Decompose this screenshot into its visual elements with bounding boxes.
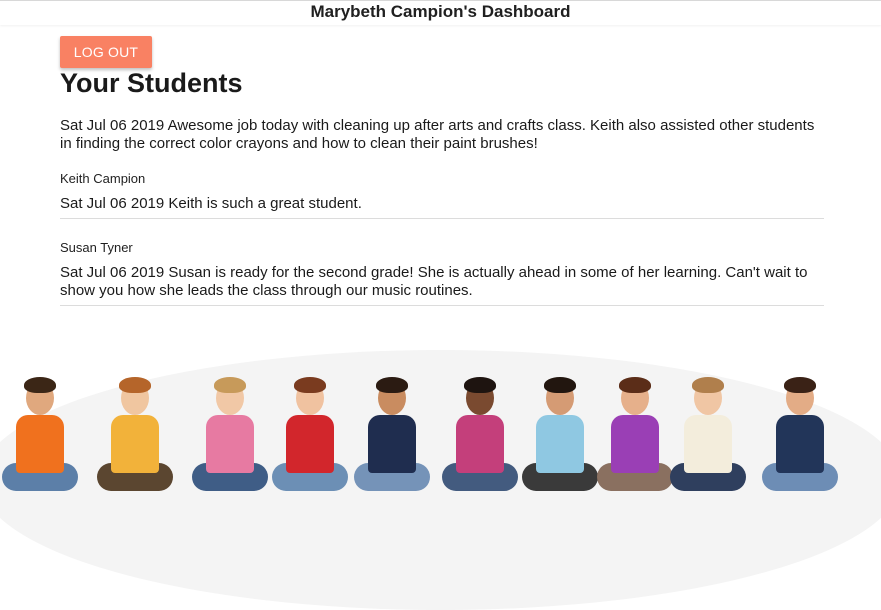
child-torso — [776, 415, 824, 473]
child-torso — [206, 415, 254, 473]
child-hair — [214, 377, 246, 393]
top-bar: Marybeth Campion's Dashboard — [0, 0, 881, 25]
child-hair — [619, 377, 651, 393]
child-hair — [294, 377, 326, 393]
page-title: Your Students — [60, 68, 243, 98]
child-torso — [286, 415, 334, 473]
child-torso — [368, 415, 416, 473]
dashboard-title: Marybeth Campion's Dashboard — [310, 2, 571, 21]
student-name: Keith Campion — [60, 171, 146, 186]
student-entry: Susan Tyner Sat Jul 06 2019 Susan is rea… — [60, 240, 824, 306]
child-torso — [456, 415, 504, 473]
student-note: Sat Jul 06 2019 Susan is ready for the s… — [60, 264, 824, 306]
child-figure — [190, 375, 270, 500]
child-hair — [24, 377, 56, 393]
students-list: Sat Jul 06 2019 Awesome job today with c… — [60, 117, 824, 306]
child-figure — [95, 375, 175, 500]
child-hair — [119, 377, 151, 393]
child-figure — [0, 375, 80, 500]
child-figure — [440, 375, 520, 500]
child-figure — [270, 375, 350, 500]
child-figure — [352, 375, 432, 500]
logout-button[interactable]: LOG OUT — [60, 36, 152, 68]
child-figure — [668, 375, 748, 500]
child-hair — [692, 377, 724, 393]
intro-note: Sat Jul 06 2019 Awesome job today with c… — [60, 117, 815, 152]
child-hair — [376, 377, 408, 393]
student-note: Sat Jul 06 2019 Keith is such a great st… — [60, 195, 824, 219]
student-name: Susan Tyner — [60, 240, 133, 255]
children-sitting-illustration — [0, 345, 881, 610]
child-hair — [784, 377, 816, 393]
child-hair — [544, 377, 576, 393]
child-torso — [684, 415, 732, 473]
child-figure — [520, 375, 600, 500]
child-torso — [611, 415, 659, 473]
child-torso — [16, 415, 64, 473]
child-torso — [111, 415, 159, 473]
child-figure — [760, 375, 840, 500]
child-figure — [595, 375, 675, 500]
child-torso — [536, 415, 584, 473]
student-entry: Keith Campion Sat Jul 06 2019 Keith is s… — [60, 171, 824, 219]
child-hair — [464, 377, 496, 393]
